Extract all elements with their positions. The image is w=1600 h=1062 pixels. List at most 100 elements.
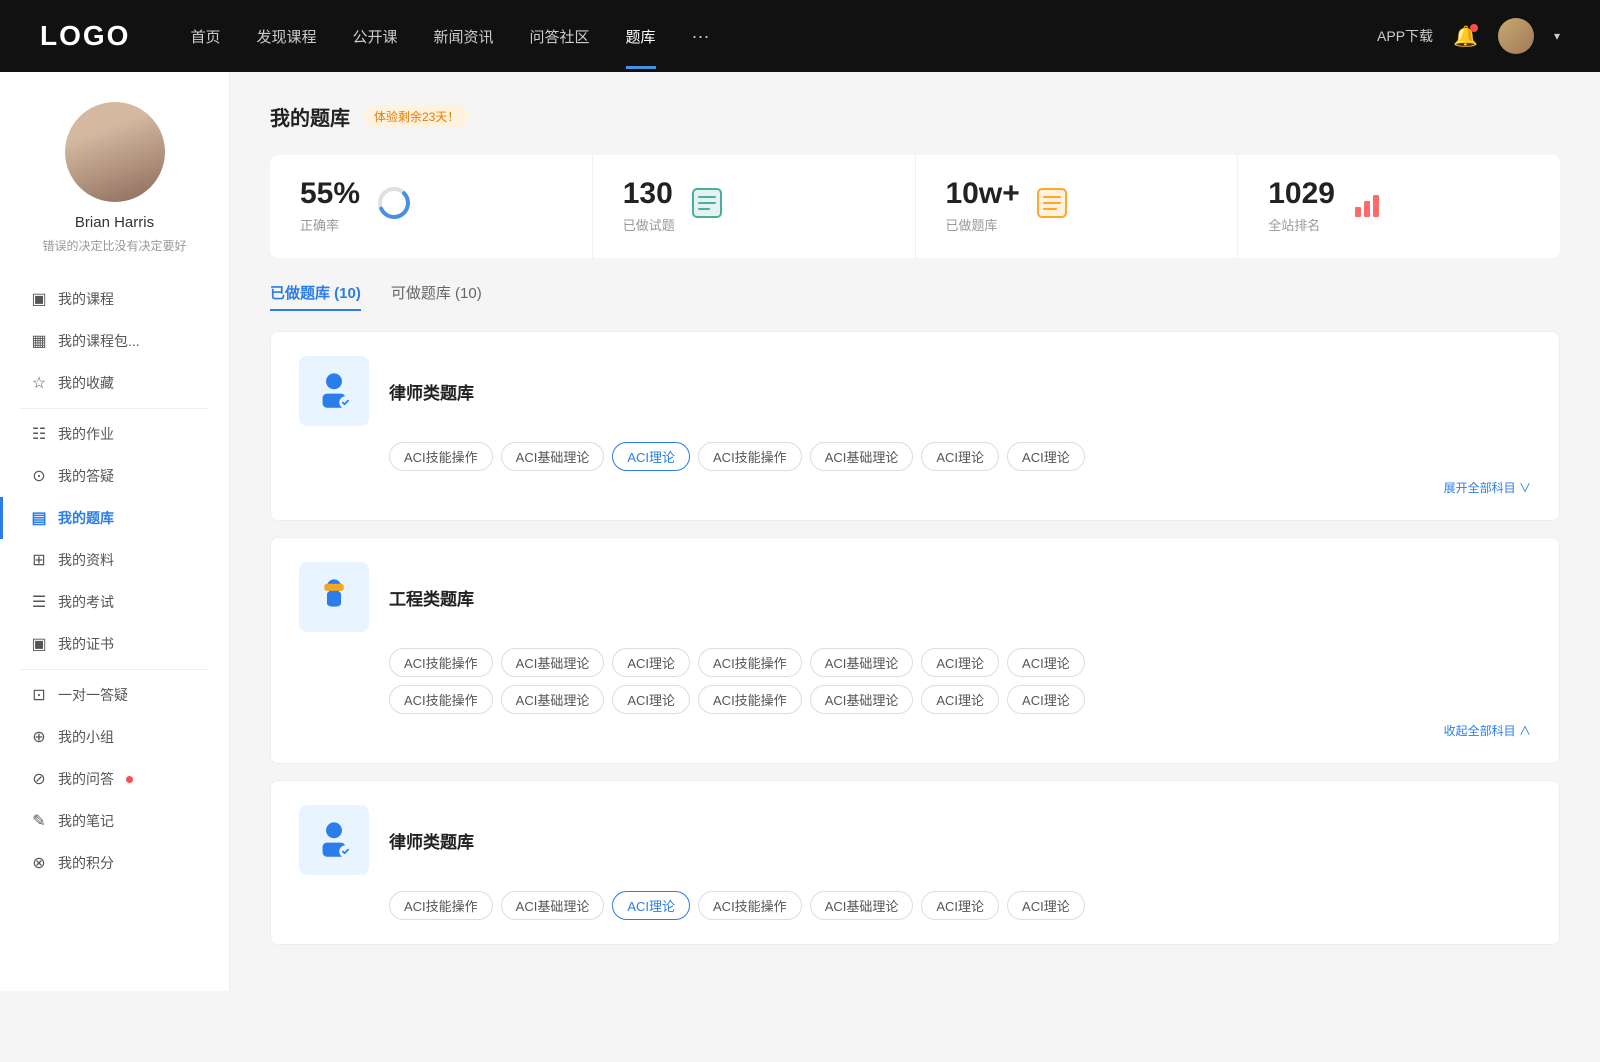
sidebar-menu: ▣ 我的课程 ▦ 我的课程包... ☆ 我的收藏 ☷ 我的作业 ⊙ 我的答疑 ▤: [0, 278, 229, 884]
avatar[interactable]: [1498, 18, 1534, 54]
tag-6[interactable]: ACI理论: [1007, 442, 1085, 471]
eng-tag-r2-2[interactable]: ACI理论: [612, 685, 690, 714]
l2-tag-3[interactable]: ACI技能操作: [698, 891, 802, 920]
sidebar-item-my-certificate[interactable]: ▣ 我的证书: [0, 623, 229, 665]
my-favorites-icon: ☆: [30, 373, 48, 393]
eng-tag-r2-0[interactable]: ACI技能操作: [389, 685, 493, 714]
avatar-image: [65, 102, 165, 202]
nav-home[interactable]: 首页: [190, 26, 220, 47]
ranking-icon: [1351, 187, 1383, 226]
my-qa-icon: ⊙: [30, 466, 48, 486]
accuracy-icon: [376, 185, 412, 228]
eng-tag-r1-5[interactable]: ACI理论: [921, 648, 999, 677]
questions-done-value: 130: [623, 179, 675, 209]
qbank-card-lawyer-1: 律师类题库 ACI技能操作 ACI基础理论 ACI理论 ACI技能操作 ACI基…: [270, 331, 1560, 521]
collapse-engineer[interactable]: 收起全部科目 ∧: [299, 722, 1531, 739]
nav-right: APP下载 🔔 ▾: [1377, 18, 1560, 54]
nav-links: 首页 发现课程 公开课 新闻资讯 问答社区 题库 ···: [190, 26, 1377, 47]
tab-available[interactable]: 可做题库 (10): [391, 282, 482, 311]
eng-tag-r1-0[interactable]: ACI技能操作: [389, 648, 493, 677]
sidebar: Brian Harris 错误的决定比没有决定要好 ▣ 我的课程 ▦ 我的课程包…: [0, 72, 230, 991]
qbank-tags-engineer-row1: ACI技能操作 ACI基础理论 ACI理论 ACI技能操作 ACI基础理论 AC…: [299, 648, 1531, 677]
questions-done-icon: [691, 187, 723, 226]
sidebar-item-my-exam[interactable]: ☰ 我的考试: [0, 581, 229, 623]
tag-4[interactable]: ACI基础理论: [810, 442, 914, 471]
my-exam-icon: ☰: [30, 592, 48, 612]
eng-tag-r2-3[interactable]: ACI技能操作: [698, 685, 802, 714]
sidebar-item-my-questions[interactable]: ▤ 我的题库: [0, 497, 229, 539]
one-on-one-icon: ⊡: [30, 685, 48, 705]
qbank-icon-engineer: [299, 562, 369, 632]
sidebar-item-my-notes[interactable]: ✎ 我的笔记: [0, 800, 229, 842]
my-homework-icon: ☷: [30, 424, 48, 444]
l2-tag-2[interactable]: ACI理论: [612, 891, 690, 920]
l2-tag-5[interactable]: ACI理论: [921, 891, 999, 920]
tag-5[interactable]: ACI理论: [921, 442, 999, 471]
user-dropdown-arrow[interactable]: ▾: [1554, 29, 1560, 43]
sidebar-item-my-qa[interactable]: ⊙ 我的答疑: [0, 455, 229, 497]
eng-tag-r1-6[interactable]: ACI理论: [1007, 648, 1085, 677]
nav-qa[interactable]: 问答社区: [530, 26, 590, 47]
l2-tag-4[interactable]: ACI基础理论: [810, 891, 914, 920]
tag-2[interactable]: ACI理论: [612, 442, 690, 471]
sidebar-item-my-material[interactable]: ⊞ 我的资料: [0, 539, 229, 581]
qbank-icon-lawyer-1: [299, 356, 369, 426]
page-title-row: 我的题库 体验剩余23天！: [270, 102, 1560, 131]
eng-tag-r1-4[interactable]: ACI基础理论: [810, 648, 914, 677]
my-packages-icon: ▦: [30, 331, 48, 351]
stat-questions-done: 130 已做试题: [593, 155, 916, 258]
main-content: 我的题库 体验剩余23天！ 55% 正确率 130: [230, 72, 1600, 991]
notification-bell[interactable]: 🔔: [1453, 24, 1478, 49]
stats-row: 55% 正确率 130 已做试题: [270, 155, 1560, 258]
my-points-icon: ⊗: [30, 853, 48, 873]
nav-discover[interactable]: 发现课程: [256, 26, 316, 47]
sidebar-item-my-courses[interactable]: ▣ 我的课程: [0, 278, 229, 320]
eng-tag-r2-5[interactable]: ACI理论: [921, 685, 999, 714]
sidebar-item-my-packages[interactable]: ▦ 我的课程包...: [0, 320, 229, 362]
nav-question-bank[interactable]: 题库: [626, 26, 656, 47]
divider-1: [20, 408, 209, 409]
my-courses-icon: ▣: [30, 289, 48, 309]
eng-tag-r2-1[interactable]: ACI基础理论: [501, 685, 605, 714]
sidebar-avatar: [65, 102, 165, 202]
banks-done-value: 10w+: [946, 179, 1020, 209]
nav-more[interactable]: ···: [692, 26, 710, 47]
stat-accuracy: 55% 正确率: [270, 155, 593, 258]
sidebar-item-my-group[interactable]: ⊕ 我的小组: [0, 716, 229, 758]
app-download-button[interactable]: APP下载: [1377, 26, 1433, 46]
l2-tag-1[interactable]: ACI基础理论: [501, 891, 605, 920]
page-title: 我的题库: [270, 102, 350, 131]
eng-tag-r1-1[interactable]: ACI基础理论: [501, 648, 605, 677]
tag-3[interactable]: ACI技能操作: [698, 442, 802, 471]
my-certificate-icon: ▣: [30, 634, 48, 654]
accuracy-value: 55%: [300, 179, 360, 209]
eng-tag-r1-2[interactable]: ACI理论: [612, 648, 690, 677]
l2-tag-0[interactable]: ACI技能操作: [389, 891, 493, 920]
eng-tag-r1-3[interactable]: ACI技能操作: [698, 648, 802, 677]
qbank-tags-lawyer-2: ACI技能操作 ACI基础理论 ACI理论 ACI技能操作 ACI基础理论 AC…: [299, 891, 1531, 920]
answers-notification-dot: [126, 776, 133, 783]
sidebar-item-my-favorites[interactable]: ☆ 我的收藏: [0, 362, 229, 404]
page-body: Brian Harris 错误的决定比没有决定要好 ▣ 我的课程 ▦ 我的课程包…: [0, 72, 1600, 991]
qbank-title-lawyer-2: 律师类题库: [389, 828, 474, 853]
sidebar-item-my-points[interactable]: ⊗ 我的积分: [0, 842, 229, 884]
sidebar-item-one-on-one[interactable]: ⊡ 一对一答疑: [0, 674, 229, 716]
my-answers-icon: ⊘: [30, 769, 48, 789]
l2-tag-6[interactable]: ACI理论: [1007, 891, 1085, 920]
tag-1[interactable]: ACI基础理论: [501, 442, 605, 471]
my-material-icon: ⊞: [30, 550, 48, 570]
expand-lawyer-1[interactable]: 展开全部科目 ∨: [299, 479, 1531, 496]
notification-dot: [1470, 24, 1478, 32]
nav-news[interactable]: 新闻资讯: [434, 26, 494, 47]
tab-done[interactable]: 已做题库 (10): [270, 282, 361, 311]
eng-tag-r2-6[interactable]: ACI理论: [1007, 685, 1085, 714]
eng-tag-r2-4[interactable]: ACI基础理论: [810, 685, 914, 714]
sidebar-item-my-answers[interactable]: ⊘ 我的问答: [0, 758, 229, 800]
tag-0[interactable]: ACI技能操作: [389, 442, 493, 471]
nav-open-course[interactable]: 公开课: [352, 26, 397, 47]
sidebar-motto: 错误的决定比没有决定要好: [26, 237, 202, 254]
banks-done-icon: [1036, 187, 1068, 226]
my-notes-icon: ✎: [30, 811, 48, 831]
sidebar-item-my-homework[interactable]: ☷ 我的作业: [0, 413, 229, 455]
qbank-title-engineer: 工程类题库: [389, 585, 474, 610]
